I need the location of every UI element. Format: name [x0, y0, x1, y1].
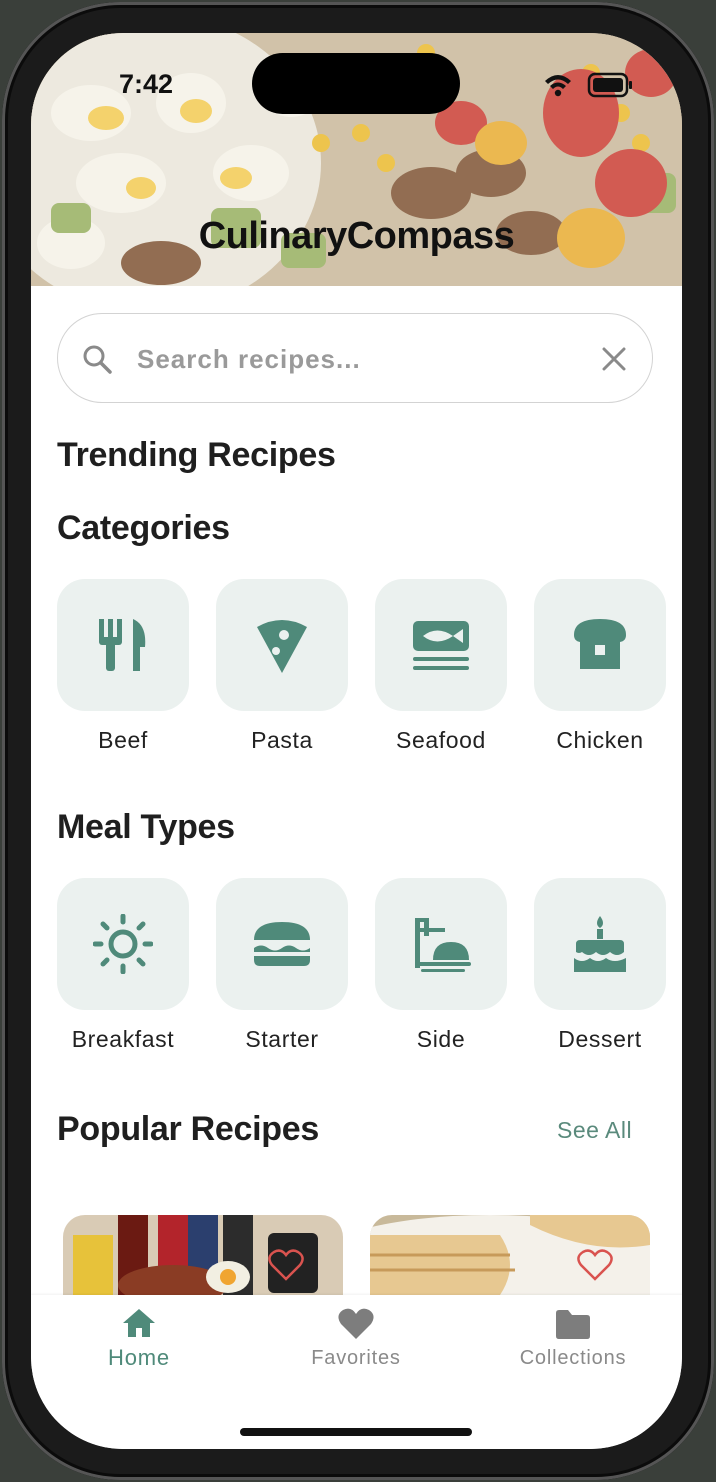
nav-collections[interactable]: Collections [473, 1307, 673, 1370]
status-icons [539, 71, 659, 106]
category-tile-seafood[interactable] [375, 579, 507, 711]
meal-type-label: Starter [245, 1026, 319, 1052]
cutlery-icon [99, 619, 146, 671]
favorite-heart-icon[interactable] [268, 1249, 304, 1281]
search-input[interactable]: Search recipes... [137, 344, 361, 375]
heart-icon [338, 1308, 374, 1339]
nav-favorites-label: Favorites [311, 1347, 401, 1369]
nav-home-label: Home [108, 1345, 170, 1370]
category-tile-beef[interactable] [57, 579, 189, 711]
category-label: Pasta [251, 727, 313, 753]
category-label: Chicken [556, 727, 644, 753]
pizza-slice-icon [257, 620, 307, 673]
battery-icon [587, 72, 632, 98]
fish-icon [413, 621, 469, 670]
cake-icon [574, 916, 626, 972]
status-time: 7:42 [119, 69, 174, 99]
app-title: CulinaryCompass [198, 215, 515, 257]
meal-type-tile-side[interactable] [375, 878, 507, 1010]
recipe-card[interactable] [63, 1215, 343, 1295]
sun-icon [93, 914, 153, 974]
burger-icon [254, 922, 310, 966]
bottom-nav: Home Favorites Collections [31, 1295, 682, 1449]
home-indicator[interactable] [240, 1428, 472, 1436]
app-screen: CulinaryCompass 7:42 Search recipes... T… [31, 33, 682, 1449]
meal-types-heading: Meal Types [57, 808, 235, 846]
meal-type-label: Breakfast [71, 1026, 175, 1052]
wifi-icon [545, 75, 571, 97]
meal-type-label: Dessert [558, 1026, 642, 1052]
category-label: Beef [98, 727, 148, 753]
search-icon [83, 345, 112, 374]
meal-type-tile-starter[interactable] [216, 878, 348, 1010]
search-bar[interactable]: Search recipes... [57, 313, 653, 403]
meal-type-tile-dessert[interactable] [534, 878, 666, 1010]
see-all-link[interactable]: See All [557, 1117, 632, 1144]
meal-type-label: Side [416, 1026, 466, 1052]
side-dish-icon [415, 918, 471, 972]
nav-collections-label: Collections [519, 1347, 627, 1369]
folder-icon [556, 1310, 590, 1339]
trending-heading: Trending Recipes [57, 436, 336, 474]
nav-home[interactable]: Home [39, 1307, 239, 1371]
popular-heading: Popular Recipes [57, 1110, 319, 1148]
favorite-heart-icon[interactable] [577, 1249, 613, 1281]
nav-favorites[interactable]: Favorites [256, 1307, 456, 1370]
categories-heading: Categories [57, 509, 230, 547]
dynamic-island [252, 53, 460, 114]
category-tile-chicken[interactable] [534, 579, 666, 711]
meal-type-tile-breakfast[interactable] [57, 878, 189, 1010]
bread-icon [574, 619, 626, 669]
home-icon [123, 1309, 155, 1337]
category-tile-pasta[interactable] [216, 579, 348, 711]
category-label: Seafood [396, 727, 486, 753]
recipe-card[interactable] [370, 1215, 650, 1295]
clear-icon[interactable] [602, 347, 626, 371]
